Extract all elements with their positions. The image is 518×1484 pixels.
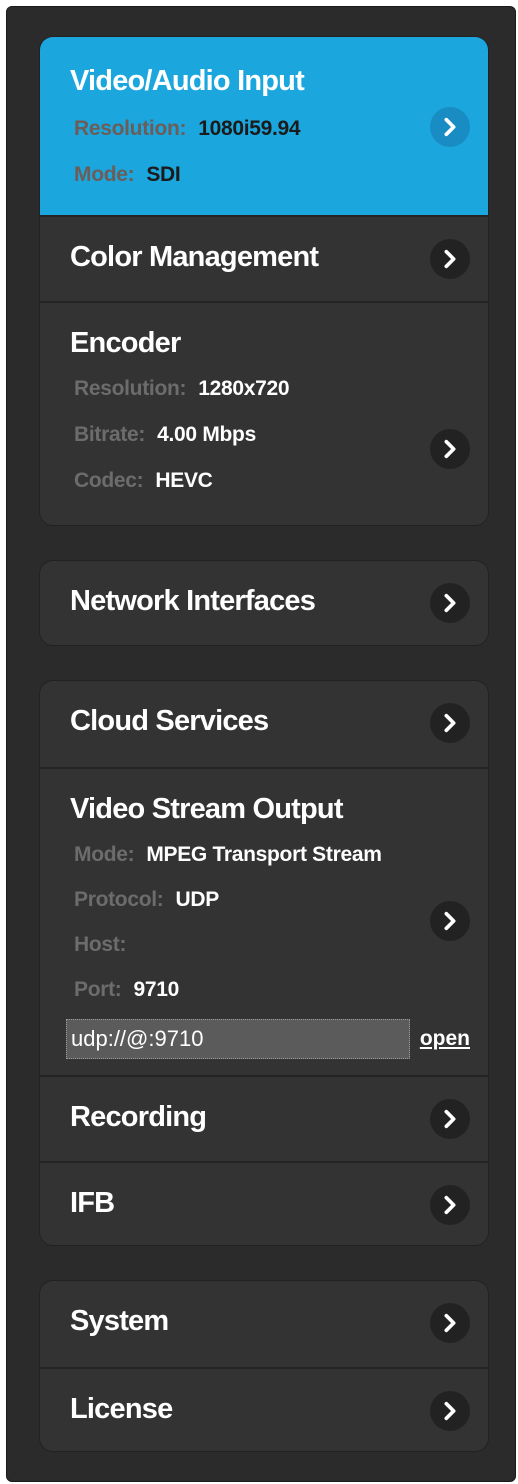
host-row: Host: — [74, 933, 138, 957]
menu-item-encoder[interactable]: Encoder Resolution: 1280x720 Bitrate: 4.00… — [40, 301, 488, 525]
mode-value: MPEG Transport Stream — [146, 843, 382, 866]
protocol-value: UDP — [175, 888, 219, 911]
chevron-right-icon[interactable] — [430, 901, 470, 941]
chevron-right-icon[interactable] — [430, 1391, 470, 1431]
protocol-row: Protocol: UDP — [74, 888, 219, 912]
menu-item-title: Network Interfaces — [70, 585, 316, 617]
mode-row: Mode: MPEG Transport Stream — [74, 843, 382, 867]
resolution-label: Resolution: — [74, 377, 187, 400]
menu-item-cloud-services[interactable]: Cloud Services — [40, 681, 488, 767]
resolution-label: Resolution: — [74, 117, 187, 140]
codec-label: Codec: — [74, 469, 144, 492]
menu-item-color-management[interactable]: Color Management — [40, 215, 488, 301]
menu-item-system[interactable]: System — [40, 1281, 488, 1367]
chevron-right-icon[interactable] — [430, 107, 470, 147]
mode-row: Mode: SDI — [74, 163, 181, 187]
chevron-right-icon[interactable] — [430, 583, 470, 623]
system-group: System License — [39, 1280, 489, 1452]
menu-item-title: Video Stream Output — [70, 793, 344, 825]
menu-item-title: Video/Audio Input — [70, 65, 305, 97]
bitrate-row: Bitrate: 4.00 Mbps — [74, 423, 256, 447]
codec-value: HEVC — [155, 469, 213, 492]
protocol-label: Protocol: — [74, 888, 164, 911]
menu-item-title: Cloud Services — [70, 705, 269, 737]
menu-item-video-audio-input[interactable]: Video/Audio Input Resolution: 1080i59.94 … — [40, 37, 488, 215]
menu-item-title: Color Management — [70, 241, 319, 273]
menu-item-video-stream-output[interactable]: Video Stream Output Mode: MPEG Transport … — [40, 767, 488, 1075]
menu-item-ifb[interactable]: IFB — [40, 1161, 488, 1245]
port-value: 9710 — [133, 978, 180, 1001]
menu-item-title: License — [70, 1393, 173, 1425]
settings-panel: Video/Audio Input Resolution: 1080i59.94 … — [6, 6, 516, 1482]
chevron-right-icon[interactable] — [430, 1185, 470, 1225]
resolution-row: Resolution: 1080i59.94 — [74, 117, 301, 141]
mode-value: SDI — [146, 163, 181, 186]
bitrate-label: Bitrate: — [74, 423, 146, 446]
chevron-right-icon[interactable] — [430, 429, 470, 469]
port-label: Port: — [74, 978, 122, 1001]
chevron-right-icon[interactable] — [430, 239, 470, 279]
input-group: Video/Audio Input Resolution: 1080i59.94 … — [39, 36, 489, 526]
chevron-right-icon[interactable] — [430, 1303, 470, 1343]
codec-row: Codec: HEVC — [74, 469, 213, 493]
resolution-row: Resolution: 1280x720 — [74, 377, 290, 401]
bitrate-value: 4.00 Mbps — [157, 423, 256, 446]
open-stream-link[interactable]: open — [420, 1027, 470, 1051]
chevron-right-icon[interactable] — [430, 703, 470, 743]
resolution-value: 1280x720 — [198, 377, 290, 400]
chevron-right-icon[interactable] — [430, 1099, 470, 1139]
menu-item-recording[interactable]: Recording — [40, 1075, 488, 1161]
mode-label: Mode: — [74, 163, 135, 186]
resolution-value: 1080i59.94 — [198, 117, 301, 140]
mode-label: Mode: — [74, 843, 135, 866]
stream-url-field[interactable]: udp://@:9710 — [66, 1019, 410, 1059]
menu-item-title: Encoder — [70, 327, 181, 359]
menu-item-network-interfaces[interactable]: Network Interfaces — [40, 561, 488, 645]
port-row: Port: 9710 — [74, 978, 179, 1002]
menu-item-title: Recording — [70, 1101, 207, 1133]
output-group: Cloud Services Video Stream Output Mode:… — [39, 680, 489, 1246]
menu-item-title: IFB — [70, 1187, 115, 1219]
network-group: Network Interfaces — [39, 560, 489, 646]
menu-item-title: System — [70, 1305, 169, 1337]
menu-item-license[interactable]: License — [40, 1367, 488, 1451]
host-label: Host: — [74, 933, 127, 956]
